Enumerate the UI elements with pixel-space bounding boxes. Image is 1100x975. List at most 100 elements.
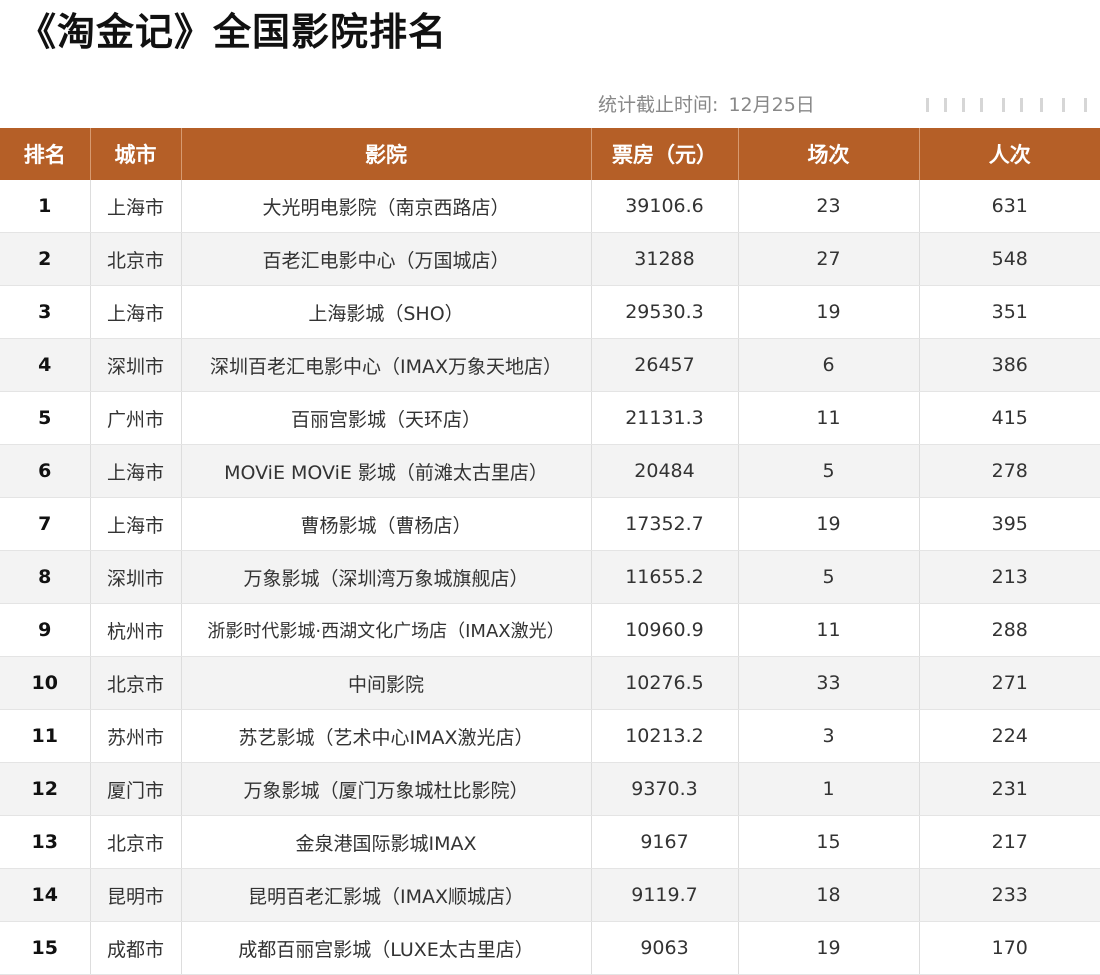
cell-box-office: 9119.7 bbox=[591, 868, 739, 922]
table-row: 13 北京市 金泉港国际影城IMAX 9167 15 217 bbox=[0, 815, 1100, 869]
table-row: 9 杭州市 浙影时代影城·西湖文化广场店（IMAX激光） 10960.9 11 … bbox=[0, 603, 1100, 657]
cell-admissions: 548 bbox=[919, 232, 1100, 286]
cell-cinema: 万象影城（厦门万象城杜比影院） bbox=[181, 762, 592, 816]
cell-admissions: 278 bbox=[919, 444, 1100, 498]
cell-city: 上海市 bbox=[90, 444, 182, 498]
cell-shows: 1 bbox=[738, 762, 920, 816]
cell-city: 深圳市 bbox=[90, 550, 182, 604]
cell-shows: 5 bbox=[738, 550, 920, 604]
cell-box-office: 20484 bbox=[591, 444, 739, 498]
cell-rank: 8 bbox=[0, 550, 91, 604]
header-rank: 排名 bbox=[0, 128, 91, 180]
cell-city: 上海市 bbox=[90, 497, 182, 551]
cell-shows: 33 bbox=[738, 656, 920, 710]
stat-cutoff-date: 12月25日 bbox=[728, 94, 815, 116]
cell-admissions: 231 bbox=[919, 762, 1100, 816]
cell-box-office: 31288 bbox=[591, 232, 739, 286]
cell-admissions: 631 bbox=[919, 180, 1100, 233]
stat-cutoff: 统计截止时间: 12月25日 bbox=[598, 90, 815, 120]
cell-shows: 11 bbox=[738, 603, 920, 657]
cell-rank: 15 bbox=[0, 921, 91, 975]
table-row: 4 深圳市 深圳百老汇电影中心（IMAX万象天地店） 26457 6 386 bbox=[0, 338, 1100, 392]
cell-cinema: 金泉港国际影城IMAX bbox=[181, 815, 592, 869]
cell-rank: 1 bbox=[0, 180, 91, 233]
cell-city: 北京市 bbox=[90, 232, 182, 286]
table-row: 15 成都市 成都百丽宫影城（LUXE太古里店） 9063 19 170 bbox=[0, 921, 1100, 975]
cell-admissions: 170 bbox=[919, 921, 1100, 975]
cell-admissions: 233 bbox=[919, 868, 1100, 922]
header-shows: 场次 bbox=[738, 128, 920, 180]
cell-box-office: 21131.3 bbox=[591, 391, 739, 445]
table-row: 11 苏州市 苏艺影城（艺术中心IMAX激光店） 10213.2 3 224 bbox=[0, 709, 1100, 763]
cell-admissions: 224 bbox=[919, 709, 1100, 763]
cinema-ranking-table: 排名 城市 影院 票房（元） 场次 人次 1 上海市 大光明电影院（南京西路店）… bbox=[0, 128, 1100, 975]
cell-shows: 5 bbox=[738, 444, 920, 498]
cell-box-office: 39106.6 bbox=[591, 180, 739, 233]
cell-admissions: 271 bbox=[919, 656, 1100, 710]
table-row: 3 上海市 上海影城（SHO） 29530.3 19 351 bbox=[0, 285, 1100, 339]
table-row: 7 上海市 曹杨影城（曹杨店） 17352.7 19 395 bbox=[0, 497, 1100, 551]
table-row: 1 上海市 大光明电影院（南京西路店） 39106.6 23 631 bbox=[0, 180, 1100, 233]
cell-cinema: MOViE MOViE 影城（前滩太古里店） bbox=[181, 444, 592, 498]
cell-shows: 27 bbox=[738, 232, 920, 286]
cell-shows: 11 bbox=[738, 391, 920, 445]
cell-box-office: 9167 bbox=[591, 815, 739, 869]
cell-cinema: 苏艺影城（艺术中心IMAX激光店） bbox=[181, 709, 592, 763]
cell-box-office: 29530.3 bbox=[591, 285, 739, 339]
table-row: 5 广州市 百丽宫影城（天环店） 21131.3 11 415 bbox=[0, 391, 1100, 445]
cell-city: 厦门市 bbox=[90, 762, 182, 816]
cell-city: 北京市 bbox=[90, 656, 182, 710]
table-row: 12 厦门市 万象影城（厦门万象城杜比影院） 9370.3 1 231 bbox=[0, 762, 1100, 816]
cell-cinema: 昆明百老汇影城（IMAX顺城店） bbox=[181, 868, 592, 922]
cell-box-office: 10213.2 bbox=[591, 709, 739, 763]
cell-city: 上海市 bbox=[90, 285, 182, 339]
watermark-image bbox=[922, 96, 1094, 114]
cell-cinema: 曹杨影城（曹杨店） bbox=[181, 497, 592, 551]
cell-box-office: 9063 bbox=[591, 921, 739, 975]
cell-admissions: 288 bbox=[919, 603, 1100, 657]
cell-box-office: 11655.2 bbox=[591, 550, 739, 604]
cell-cinema: 浙影时代影城·西湖文化广场店（IMAX激光） bbox=[181, 603, 592, 657]
table-row: 6 上海市 MOViE MOViE 影城（前滩太古里店） 20484 5 278 bbox=[0, 444, 1100, 498]
cell-rank: 12 bbox=[0, 762, 91, 816]
cell-admissions: 386 bbox=[919, 338, 1100, 392]
table-row: 2 北京市 百老汇电影中心（万国城店） 31288 27 548 bbox=[0, 232, 1100, 286]
cell-shows: 19 bbox=[738, 285, 920, 339]
header-admissions: 人次 bbox=[919, 128, 1100, 180]
header-box-office: 票房（元） bbox=[591, 128, 739, 180]
cell-city: 深圳市 bbox=[90, 338, 182, 392]
cell-cinema: 中间影院 bbox=[181, 656, 592, 710]
cell-rank: 2 bbox=[0, 232, 91, 286]
cell-city: 上海市 bbox=[90, 180, 182, 233]
cell-box-office: 26457 bbox=[591, 338, 739, 392]
cell-city: 成都市 bbox=[90, 921, 182, 975]
cell-admissions: 351 bbox=[919, 285, 1100, 339]
cell-admissions: 217 bbox=[919, 815, 1100, 869]
cell-rank: 3 bbox=[0, 285, 91, 339]
cell-city: 昆明市 bbox=[90, 868, 182, 922]
cell-rank: 10 bbox=[0, 656, 91, 710]
cell-rank: 14 bbox=[0, 868, 91, 922]
cell-shows: 3 bbox=[738, 709, 920, 763]
table-row: 10 北京市 中间影院 10276.5 33 271 bbox=[0, 656, 1100, 710]
cell-city: 广州市 bbox=[90, 391, 182, 445]
cell-cinema: 上海影城（SHO） bbox=[181, 285, 592, 339]
table-row: 14 昆明市 昆明百老汇影城（IMAX顺城店） 9119.7 18 233 bbox=[0, 868, 1100, 922]
cell-box-office: 10960.9 bbox=[591, 603, 739, 657]
cell-box-office: 9370.3 bbox=[591, 762, 739, 816]
cell-city: 杭州市 bbox=[90, 603, 182, 657]
cell-admissions: 415 bbox=[919, 391, 1100, 445]
cell-shows: 15 bbox=[738, 815, 920, 869]
cell-rank: 6 bbox=[0, 444, 91, 498]
cell-shows: 19 bbox=[738, 921, 920, 975]
cell-rank: 9 bbox=[0, 603, 91, 657]
cell-admissions: 213 bbox=[919, 550, 1100, 604]
page-title: 《淘金记》全国影院排名 bbox=[18, 10, 448, 54]
cell-rank: 4 bbox=[0, 338, 91, 392]
cell-city: 北京市 bbox=[90, 815, 182, 869]
cell-rank: 7 bbox=[0, 497, 91, 551]
cell-cinema: 百丽宫影城（天环店） bbox=[181, 391, 592, 445]
stat-cutoff-label: 统计截止时间: bbox=[598, 94, 719, 116]
cell-box-office: 17352.7 bbox=[591, 497, 739, 551]
cell-shows: 6 bbox=[738, 338, 920, 392]
